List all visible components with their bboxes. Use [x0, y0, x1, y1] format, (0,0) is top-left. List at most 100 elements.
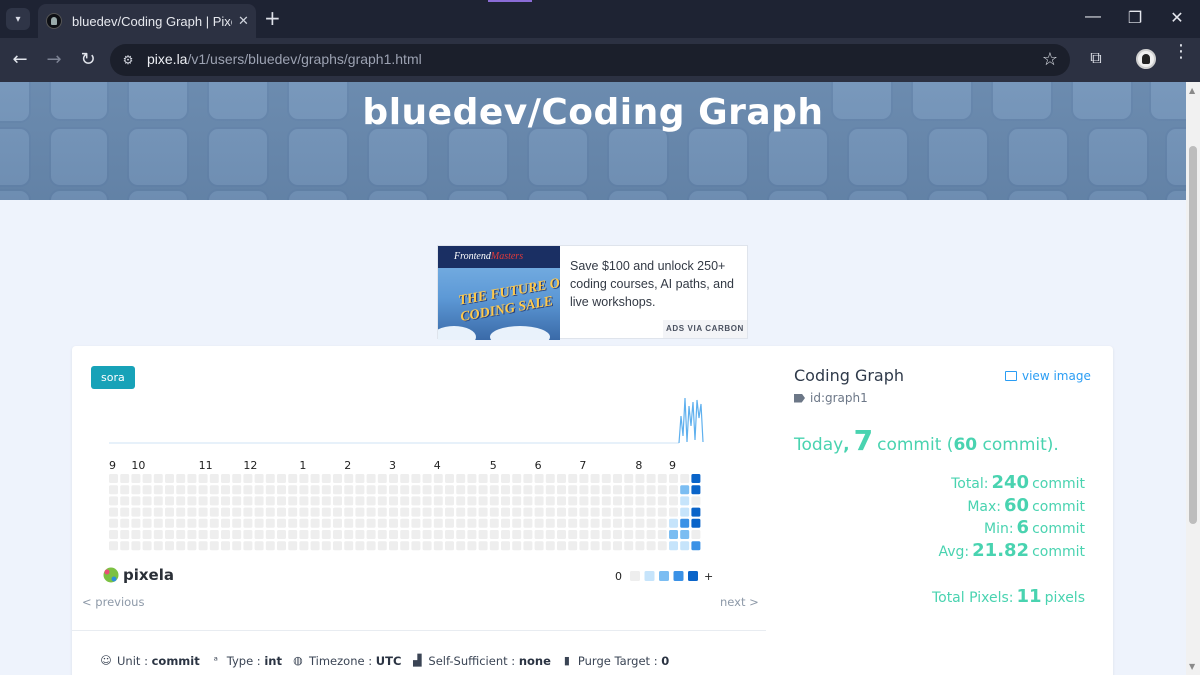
contribution-cell[interactable]: [557, 485, 566, 495]
contribution-cell[interactable]: [590, 496, 600, 506]
scrollbar-thumb[interactable]: [1189, 146, 1197, 524]
contribution-cell[interactable]: [422, 530, 432, 539]
contribution-cell[interactable]: [165, 518, 174, 528]
contribution-cell[interactable]: [254, 474, 264, 483]
new-tab-icon[interactable]: +: [264, 7, 281, 29]
contribution-cell[interactable]: [232, 541, 242, 551]
contribution-cell[interactable]: [153, 496, 163, 506]
contribution-cell[interactable]: [478, 507, 488, 517]
contribution-cell[interactable]: [142, 518, 152, 528]
contribution-cell[interactable]: [344, 541, 354, 551]
contribution-cell-active[interactable]: [680, 485, 690, 495]
contribution-cell[interactable]: [467, 541, 477, 551]
contribution-cell[interactable]: [568, 541, 578, 551]
contribution-cell[interactable]: [254, 485, 264, 495]
contribution-cell[interactable]: [321, 518, 331, 528]
profile-avatar[interactable]: [1136, 49, 1156, 69]
contribution-cell[interactable]: [109, 530, 118, 539]
contribution-cell[interactable]: [456, 485, 466, 495]
contribution-cell[interactable]: [198, 541, 208, 551]
contribution-cell[interactable]: [646, 474, 656, 483]
contribution-cell[interactable]: [557, 474, 566, 483]
contribution-cell[interactable]: [579, 485, 589, 495]
contribution-cell[interactable]: [512, 507, 522, 517]
contribution-cell[interactable]: [321, 496, 331, 506]
contribution-cell[interactable]: [355, 474, 365, 483]
contribution-cell[interactable]: [545, 496, 555, 506]
contribution-cell[interactable]: [411, 474, 421, 483]
contribution-cell[interactable]: [657, 530, 667, 539]
contribution-cell[interactable]: [613, 541, 622, 551]
contribution-cell[interactable]: [411, 507, 421, 517]
contribution-cell[interactable]: [153, 507, 163, 517]
contribution-cell[interactable]: [209, 530, 219, 539]
contribution-cell[interactable]: [176, 530, 186, 539]
contribution-cell[interactable]: [288, 518, 298, 528]
contribution-cell[interactable]: [601, 485, 611, 495]
contribution-cell[interactable]: [142, 474, 152, 483]
contribution-cell[interactable]: [232, 530, 242, 539]
contribution-cell[interactable]: [187, 541, 197, 551]
contribution-cell[interactable]: [624, 485, 634, 495]
contribution-cell[interactable]: [254, 507, 264, 517]
carbon-ad[interactable]: FrontendMasters THE FUTURE OF CODING SAL…: [437, 245, 748, 340]
contribution-cell[interactable]: [310, 474, 320, 483]
ads-via-carbon-link[interactable]: ADS VIA CARBON: [663, 320, 747, 338]
contribution-cell[interactable]: [243, 485, 253, 495]
contribution-cell[interactable]: [321, 507, 331, 517]
contribution-cell[interactable]: [165, 530, 174, 539]
contribution-cell[interactable]: [489, 518, 499, 528]
contribution-cell-active[interactable]: [680, 541, 690, 551]
contribution-cell[interactable]: [501, 507, 510, 517]
contribution-cell[interactable]: [467, 485, 477, 495]
contribution-cell[interactable]: [131, 507, 141, 517]
contribution-cell[interactable]: [646, 530, 656, 539]
contribution-cell[interactable]: [590, 518, 600, 528]
contribution-cell[interactable]: [377, 474, 387, 483]
contribution-cell[interactable]: [209, 518, 219, 528]
contribution-cell[interactable]: [646, 507, 656, 517]
contribution-cell[interactable]: [120, 530, 130, 539]
contribution-cell[interactable]: [523, 474, 533, 483]
contribution-cell[interactable]: [310, 496, 320, 506]
contribution-cell[interactable]: [165, 485, 174, 495]
contribution-cell[interactable]: [187, 518, 197, 528]
minimize-icon[interactable]: —: [1078, 8, 1108, 26]
contribution-cell[interactable]: [400, 541, 410, 551]
contribution-cell-active[interactable]: [669, 518, 678, 528]
contribution-cell[interactable]: [221, 485, 230, 495]
contribution-cell[interactable]: [142, 507, 152, 517]
contribution-cell[interactable]: [288, 541, 298, 551]
contribution-cell[interactable]: [501, 485, 510, 495]
contribution-cell[interactable]: [579, 507, 589, 517]
contribution-cell[interactable]: [635, 530, 645, 539]
contribution-cell[interactable]: [243, 518, 253, 528]
contribution-cell-active[interactable]: [680, 496, 690, 506]
contribution-cell[interactable]: [288, 485, 298, 495]
contribution-cell[interactable]: [456, 541, 466, 551]
contribution-cell[interactable]: [355, 541, 365, 551]
contribution-cell[interactable]: [568, 496, 578, 506]
contribution-cell[interactable]: [400, 507, 410, 517]
contribution-cell[interactable]: [366, 507, 376, 517]
contribution-cell[interactable]: [590, 474, 600, 483]
contribution-cell[interactable]: [321, 541, 331, 551]
contribution-cell[interactable]: [657, 496, 667, 506]
contribution-cell[interactable]: [131, 530, 141, 539]
contribution-cell[interactable]: [445, 541, 454, 551]
contribution-cell-active[interactable]: [680, 530, 690, 539]
contribution-cell[interactable]: [601, 474, 611, 483]
contribution-cell[interactable]: [445, 496, 454, 506]
contribution-cell[interactable]: [333, 518, 342, 528]
contribution-cell[interactable]: [176, 541, 186, 551]
contribution-cell[interactable]: [221, 496, 230, 506]
contribution-cell[interactable]: [624, 541, 634, 551]
contribution-cell[interactable]: [232, 474, 242, 483]
contribution-cell[interactable]: [277, 541, 286, 551]
contribution-cell[interactable]: [232, 485, 242, 495]
contribution-cell[interactable]: [120, 507, 130, 517]
contribution-cell[interactable]: [635, 541, 645, 551]
contribution-cell[interactable]: [355, 485, 365, 495]
window-close-icon[interactable]: ✕: [1162, 8, 1192, 28]
contribution-cell[interactable]: [355, 507, 365, 517]
